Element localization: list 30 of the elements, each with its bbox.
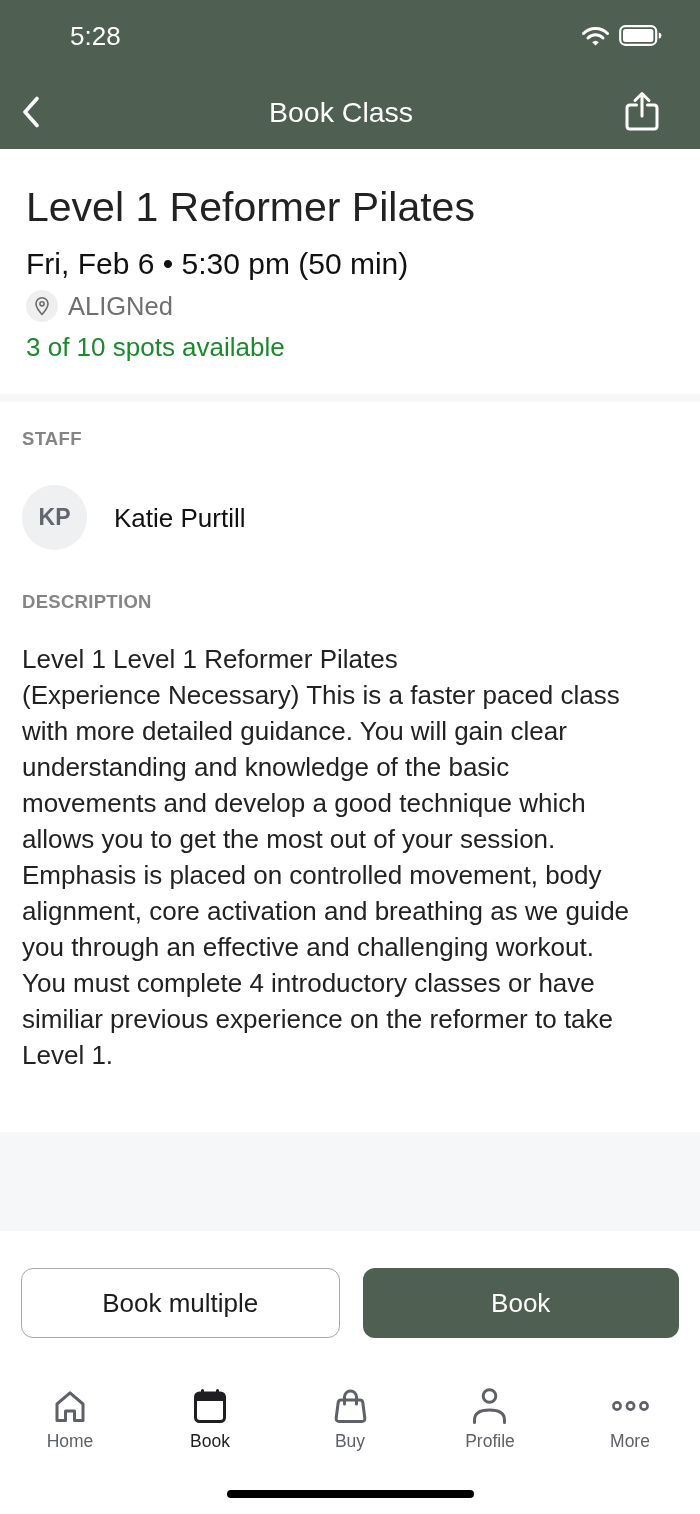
section-heading: STAFF xyxy=(22,429,82,449)
section-heading: DESCRIPTION xyxy=(22,592,152,612)
screen-title: Book Class xyxy=(268,95,414,129)
share-button[interactable] xyxy=(624,91,660,131)
location-pin-icon xyxy=(26,290,58,322)
tab-bar-item[interactable]: More xyxy=(610,1388,650,1451)
more-icon xyxy=(611,1401,649,1411)
book-multiple-button[interactable]: Book multiple xyxy=(21,1268,340,1338)
share-icon xyxy=(624,91,660,131)
tab-bar-item[interactable]: Profile xyxy=(465,1388,515,1451)
class-schedule: Fri, Feb 6 • 5:30 pm (50 min) xyxy=(26,246,410,282)
wifi-icon xyxy=(582,25,609,46)
calendar-icon xyxy=(194,1389,226,1423)
back-button[interactable] xyxy=(22,96,40,128)
tab-bar-item[interactable]: Buy xyxy=(333,1388,367,1451)
description-text: Level 1 Level 1 Reformer Pilates (Experience Necessary) This is a faster paced class with more detailed guidance. You will gain clear understanding and knowledge of the basic movements and develop a good technique which allows you to get the most out of your session. Emphasis is placed on controlled movement, body alignment, core activation and breathing as we guide you through an effective and challenging workout. You must complete 4 introductory classes or have similiar previous experience on the reformer to take Level 1. xyxy=(22,643,631,1072)
book-button[interactable]: Book xyxy=(362,1268,679,1338)
spots-available: 3 of 10 spots available xyxy=(26,331,286,364)
battery-icon xyxy=(619,25,662,46)
avatar-initials: KP xyxy=(22,485,87,550)
person-icon xyxy=(473,1388,507,1424)
staff-name: Katie Purtill xyxy=(114,502,246,533)
location-name: ALIGNed xyxy=(68,291,173,321)
tab-bar-item[interactable]: Home xyxy=(46,1388,94,1451)
shopping-bag-icon xyxy=(333,1389,367,1423)
back-icon xyxy=(22,96,40,128)
class-title: Level 1 Reformer Pilates xyxy=(26,183,476,232)
tab-bar-item[interactable]: Book xyxy=(190,1388,230,1451)
status-time: 5:28 xyxy=(70,20,121,51)
home-icon xyxy=(55,1390,85,1422)
